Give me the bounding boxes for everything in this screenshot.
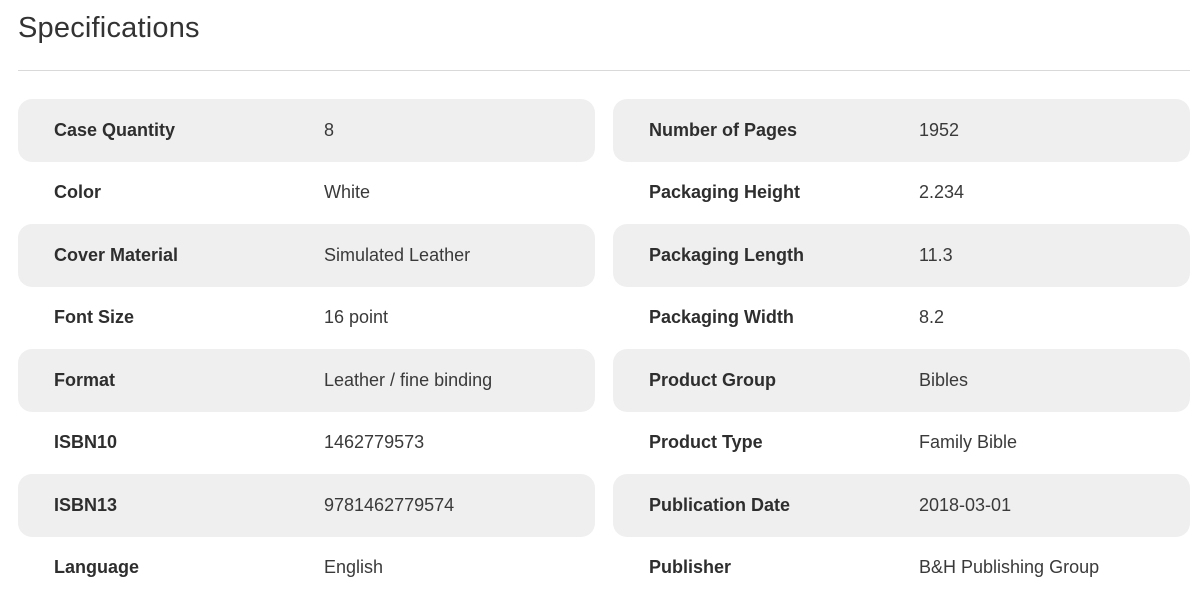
- spec-row-packaging-length: Packaging Length 11.3: [613, 224, 1190, 287]
- spec-row-product-group: Product Group Bibles: [613, 349, 1190, 412]
- spec-label: Number of Pages: [613, 120, 919, 141]
- spec-label: Language: [18, 557, 324, 578]
- spec-value: 1952: [919, 120, 959, 141]
- spec-label: Case Quantity: [18, 120, 324, 141]
- spec-label: Format: [18, 370, 324, 391]
- spec-value: 16 point: [324, 307, 388, 328]
- spec-value: B&H Publishing Group: [919, 557, 1099, 578]
- spec-value: White: [324, 182, 370, 203]
- specs-column-left: Case Quantity 8 Color White Cover Materi…: [18, 99, 595, 599]
- spec-label: ISBN10: [18, 432, 324, 453]
- spec-value: 11.3: [919, 245, 953, 266]
- spec-value: 2.234: [919, 182, 964, 203]
- spec-row-packaging-width: Packaging Width 8.2: [613, 287, 1190, 350]
- spec-row-isbn10: ISBN10 1462779573: [18, 412, 595, 475]
- spec-row-publication-date: Publication Date 2018-03-01: [613, 474, 1190, 537]
- spec-value: English: [324, 557, 383, 578]
- spec-label: Product Type: [613, 432, 919, 453]
- spec-row-packaging-height: Packaging Height 2.234: [613, 162, 1190, 225]
- spec-label: Publication Date: [613, 495, 919, 516]
- spec-value: 1462779573: [324, 432, 424, 453]
- spec-value: Leather / fine binding: [324, 370, 492, 391]
- spec-row-language: Language English: [18, 537, 595, 599]
- spec-value: Simulated Leather: [324, 245, 470, 266]
- spec-row-format: Format Leather / fine binding: [18, 349, 595, 412]
- spec-value: 2018-03-01: [919, 495, 1011, 516]
- spec-label: Publisher: [613, 557, 919, 578]
- spec-label: Color: [18, 182, 324, 203]
- spec-row-number-of-pages: Number of Pages 1952: [613, 99, 1190, 162]
- spec-label: Font Size: [18, 307, 324, 328]
- spec-label: Packaging Height: [613, 182, 919, 203]
- spec-value: 8: [324, 120, 334, 141]
- spec-value: Family Bible: [919, 432, 1017, 453]
- spec-value: 9781462779574: [324, 495, 454, 516]
- spec-row-isbn13: ISBN13 9781462779574: [18, 474, 595, 537]
- section-title: Specifications: [18, 8, 200, 48]
- spec-label: Packaging Length: [613, 245, 919, 266]
- spec-label: Product Group: [613, 370, 919, 391]
- specifications-table: Case Quantity 8 Color White Cover Materi…: [18, 99, 1190, 599]
- spec-row-font-size: Font Size 16 point: [18, 287, 595, 350]
- spec-row-case-quantity: Case Quantity 8: [18, 99, 595, 162]
- spec-row-cover-material: Cover Material Simulated Leather: [18, 224, 595, 287]
- spec-value: Bibles: [919, 370, 968, 391]
- spec-label: Cover Material: [18, 245, 324, 266]
- section-divider: [18, 70, 1190, 71]
- spec-row-color: Color White: [18, 162, 595, 225]
- specs-column-right: Number of Pages 1952 Packaging Height 2.…: [613, 99, 1190, 599]
- spec-row-publisher: Publisher B&H Publishing Group: [613, 537, 1190, 599]
- spec-label: ISBN13: [18, 495, 324, 516]
- spec-label: Packaging Width: [613, 307, 919, 328]
- spec-row-product-type: Product Type Family Bible: [613, 412, 1190, 475]
- spec-value: 8.2: [919, 307, 944, 328]
